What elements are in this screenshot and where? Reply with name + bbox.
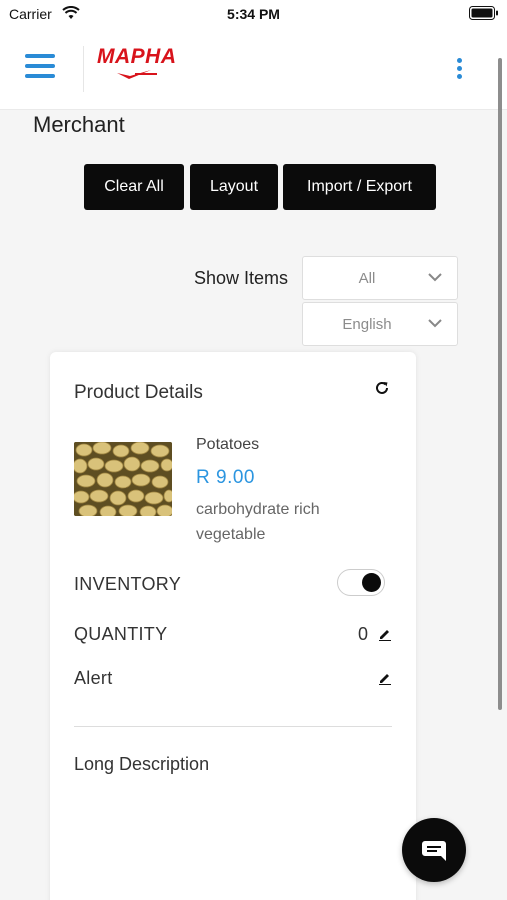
chevron-down-icon xyxy=(428,319,442,328)
card-title: Product Details xyxy=(74,382,203,403)
toggle-knob xyxy=(362,573,381,592)
product-details-card: Product Details Potatoes R 9.00 carbohyd… xyxy=(50,352,416,900)
long-description-label: Long Description xyxy=(74,754,210,774)
edit-alert-icon[interactable] xyxy=(378,671,392,685)
card-divider xyxy=(74,726,392,727)
header-divider xyxy=(83,46,84,92)
show-items-value: All xyxy=(358,270,376,287)
alert-label: Alert xyxy=(74,668,113,688)
page-title: Merchant xyxy=(33,112,125,137)
more-vertical-icon[interactable] xyxy=(452,58,466,80)
app-header: MAPHA xyxy=(0,28,507,110)
logo-text: MAPHA xyxy=(97,45,177,68)
chat-button[interactable] xyxy=(402,818,466,882)
clear-all-button[interactable]: Clear All xyxy=(84,164,184,210)
language-value: English xyxy=(342,316,392,333)
product-image[interactable] xyxy=(74,442,172,516)
language-select[interactable]: English xyxy=(302,302,458,346)
quantity-value: 0 xyxy=(358,624,369,644)
quantity-label: QUANTITY xyxy=(74,624,168,644)
show-items-label: Show Items xyxy=(194,268,289,288)
menu-icon[interactable] xyxy=(25,54,55,80)
status-bar: Carrier 5:34 PM xyxy=(0,0,507,28)
chat-icon xyxy=(422,841,446,861)
logo-swoosh-icon xyxy=(117,70,157,79)
import-export-button[interactable]: Import / Export xyxy=(283,164,436,210)
product-name: Potatoes xyxy=(196,436,260,453)
show-items-select[interactable]: All xyxy=(302,256,458,300)
scrollbar[interactable] xyxy=(498,58,502,710)
product-description: carbohydrate rich vegetable xyxy=(196,501,320,543)
status-time: 5:34 PM xyxy=(227,6,280,22)
layout-button[interactable]: Layout xyxy=(190,164,278,210)
mapha-logo: MAPHA xyxy=(97,45,177,89)
inventory-toggle[interactable] xyxy=(337,569,385,596)
refresh-icon[interactable] xyxy=(374,380,390,396)
inventory-label: INVENTORY xyxy=(74,574,182,594)
battery-icon xyxy=(469,6,498,20)
potatoes-image xyxy=(74,442,172,516)
chevron-down-icon xyxy=(428,273,442,282)
edit-quantity-icon[interactable] xyxy=(378,627,392,641)
product-price: R 9.00 xyxy=(196,467,255,488)
